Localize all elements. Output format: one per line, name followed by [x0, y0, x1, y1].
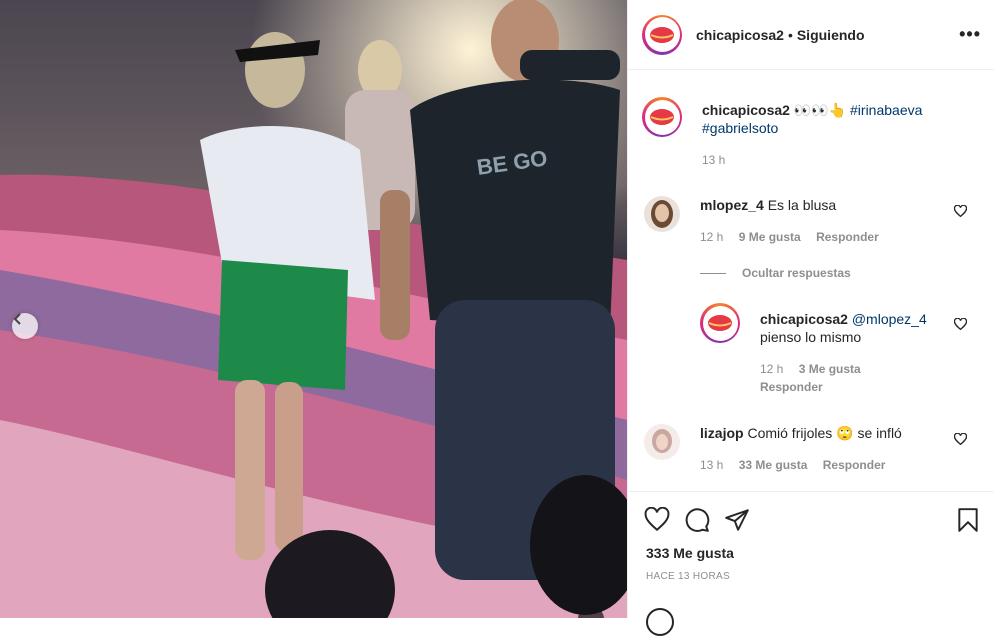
like-comment-icon[interactable]: [953, 432, 968, 451]
post-details-panel: chicapicosa2 • Siguiendo ••• chicapicosa…: [627, 0, 994, 636]
caption-emojis: 👀👀👆: [793, 102, 847, 118]
post-actions: [628, 491, 994, 548]
previous-media-button[interactable]: [12, 313, 38, 339]
comment-item: lizajop Comió frijoles 🙄 se infló 13 h 3…: [644, 424, 902, 474]
comment-text: Es la blusa: [767, 197, 837, 213]
header-username[interactable]: chicapicosa2: [696, 27, 784, 43]
comment-username[interactable]: lizajop: [700, 425, 744, 441]
likes-count[interactable]: 333 Me gusta: [646, 545, 734, 561]
caption: chicapicosa2 👀👀👆 #irinabaeva #gabrielsot…: [642, 97, 922, 169]
post-header: chicapicosa2 • Siguiendo •••: [628, 0, 994, 70]
reply-text: pienso lo mismo: [760, 329, 862, 345]
share-icon[interactable]: [724, 507, 750, 533]
reply-username[interactable]: chicapicosa2: [760, 311, 848, 327]
comment-icon[interactable]: [684, 507, 710, 533]
hashtag-gabrielsoto[interactable]: #gabrielsoto: [702, 120, 778, 136]
avatar[interactable]: [644, 196, 680, 232]
comment-likes[interactable]: 9 Me gusta: [739, 230, 801, 244]
like-comment-icon[interactable]: [953, 317, 968, 336]
bookmark-icon[interactable]: [955, 507, 981, 533]
reply-likes[interactable]: 3 Me gusta: [799, 362, 861, 376]
reply-button[interactable]: Responder: [823, 458, 886, 472]
user-photo: [644, 196, 680, 232]
reply-button[interactable]: Responder: [816, 230, 879, 244]
comment-text: Comió frijoles: [747, 425, 833, 441]
reply-time[interactable]: 12 h: [760, 362, 783, 376]
comment-time[interactable]: 12 h: [700, 230, 723, 244]
comment-time[interactable]: 13 h: [700, 458, 723, 472]
caption-time[interactable]: 13 h: [702, 153, 725, 167]
user-photo: [644, 424, 680, 460]
comment-username[interactable]: mlopez_4: [700, 197, 764, 213]
avatar[interactable]: [644, 424, 680, 460]
more-options-icon[interactable]: •••: [959, 24, 981, 45]
toggle-line: [700, 272, 726, 274]
hide-replies-toggle[interactable]: Ocultar respuestas: [700, 266, 851, 280]
following-button[interactable]: Siguiendo: [797, 27, 865, 43]
reply-button[interactable]: Responder: [760, 380, 823, 394]
lips-logo-icon: [650, 109, 674, 125]
emoji-icon[interactable]: [646, 608, 674, 636]
separator: •: [787, 26, 793, 43]
video-frame: BE GO: [0, 0, 627, 618]
like-icon[interactable]: [644, 507, 670, 533]
comment-text-end: se infló: [857, 425, 902, 441]
chevron-left-icon: [13, 313, 21, 325]
reply-mention[interactable]: @mlopez_4: [852, 311, 927, 327]
lips-logo-icon: [708, 315, 732, 331]
comment-likes[interactable]: 33 Me gusta: [739, 458, 808, 472]
comment-emoji: 🙄: [836, 425, 854, 441]
hide-replies-label: Ocultar respuestas: [742, 266, 851, 280]
avatar[interactable]: [700, 303, 740, 343]
post-time[interactable]: HACE 13 HORAS: [646, 571, 730, 582]
post-media[interactable]: BE GO: [0, 0, 627, 618]
caption-avatar[interactable]: [642, 97, 682, 137]
like-comment-icon[interactable]: [953, 204, 968, 223]
avatar[interactable]: [642, 14, 682, 55]
comment-item: mlopez_4 Es la blusa 12 h 9 Me gusta Res…: [644, 196, 879, 246]
lips-logo-icon: [650, 26, 674, 43]
caption-username[interactable]: chicapicosa2: [702, 102, 790, 118]
hashtag-irinabaeva[interactable]: #irinabaeva: [850, 102, 922, 118]
reply-item: chicapicosa2 @mlopez_4 pienso lo mismo 1…: [700, 303, 927, 396]
